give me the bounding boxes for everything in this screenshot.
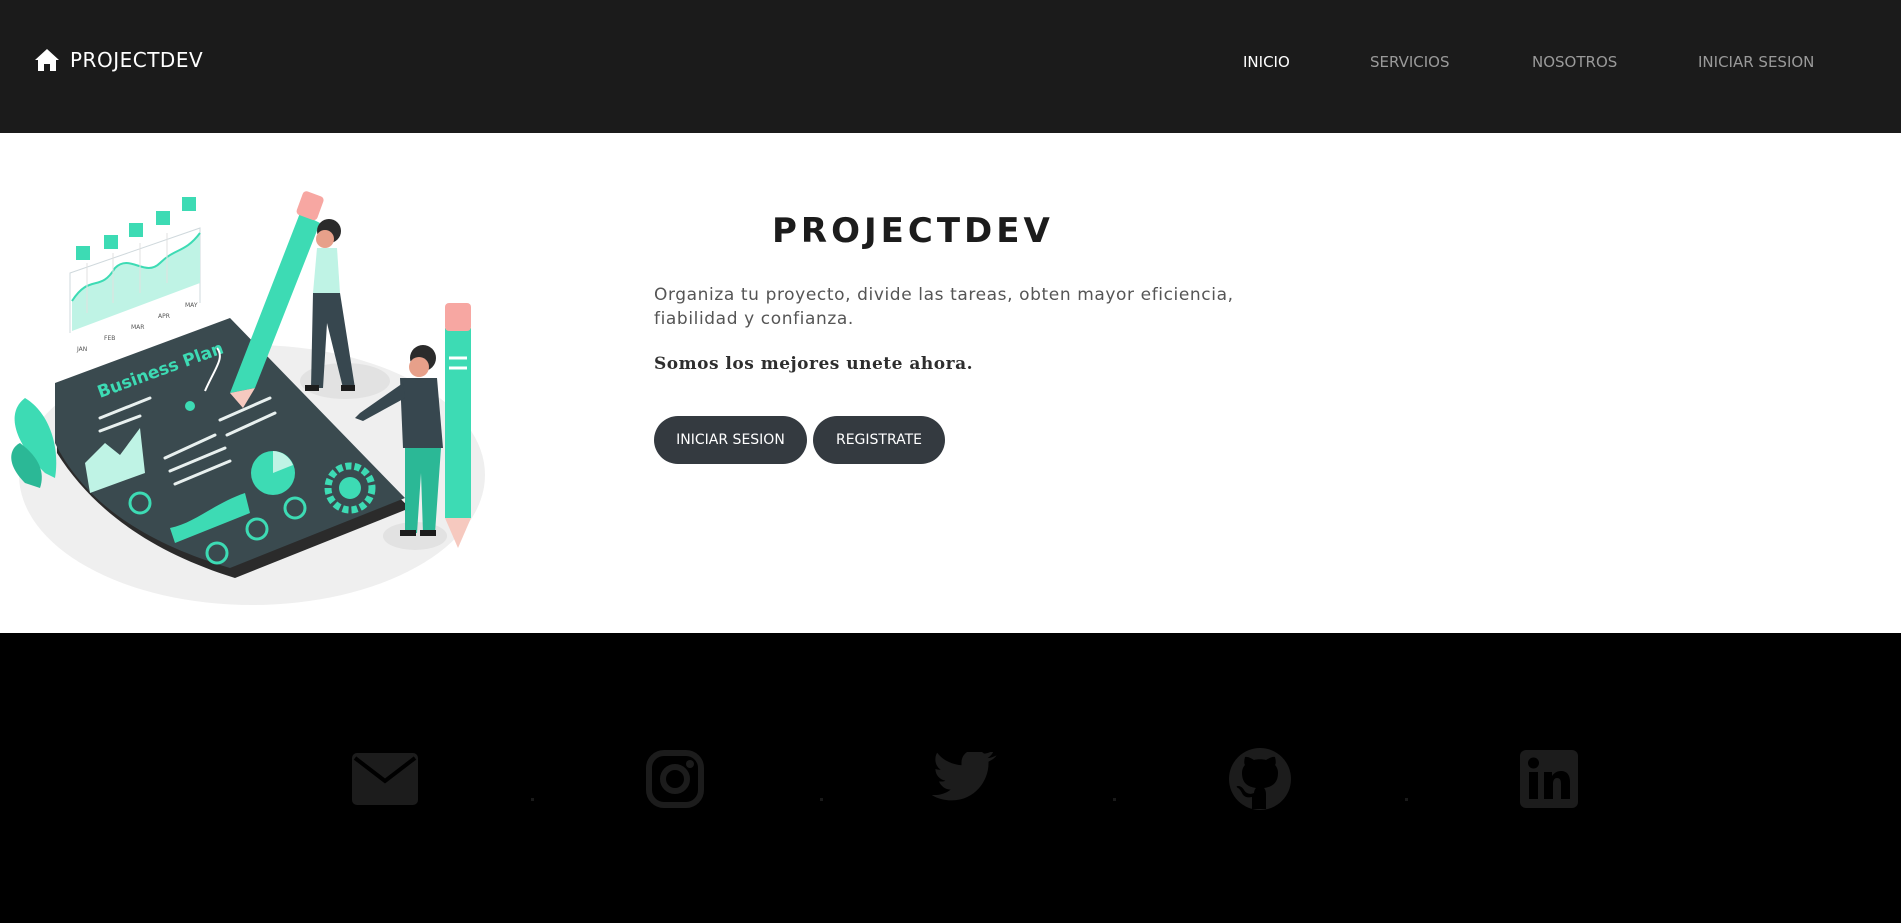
instagram-link[interactable] [639,743,711,815]
brand-name: PROJECTDEV [70,48,204,72]
nav-link-servicios[interactable]: SERVICIOS [1370,53,1450,71]
home-icon [35,49,59,71]
hero-description: Organiza tu proyecto, divide las tareas,… [654,285,1234,329]
navbar: PROJECTDEV INICIO SERVICIOS NOSOTROS INI… [0,0,1901,133]
github-link[interactable] [1224,743,1296,815]
footer-separator [1405,798,1408,801]
brand-link[interactable]: PROJECTDEV [34,48,203,72]
github-icon [1229,748,1291,810]
register-button[interactable]: REGISTRATE [813,416,945,464]
twitter-icon [931,752,997,801]
hero-section: JAN FEB MAR APR MAY Business Plan PROJEC… [0,133,1901,633]
footer-separator [1113,798,1116,801]
hero-tagline: Somos los mejores unete ahora. [654,354,973,374]
linkedin-link[interactable] [1513,743,1585,815]
chart-month-label: APR [158,313,170,320]
linkedin-icon [1520,750,1578,808]
chart-month-label: MAR [131,324,144,331]
login-button[interactable]: INICIAR SESION [654,416,807,464]
nav-link-iniciar-sesion[interactable]: INICIAR SESION [1698,53,1814,71]
nav-link-nosotros[interactable]: NOSOTROS [1532,53,1617,71]
instagram-icon [646,750,704,808]
footer [0,633,1901,923]
email-icon [352,753,418,805]
footer-separator [820,798,823,801]
email-link[interactable] [349,743,421,815]
chart-month-label: JAN [76,346,87,353]
twitter-link[interactable] [928,743,1000,815]
chart-month-label: FEB [104,335,115,342]
nav-link-inicio[interactable]: INICIO [1243,53,1290,71]
hero-title: PROJECTDEV [772,211,1054,251]
business-plan-illustration: JAN FEB MAR APR MAY Business Plan [11,191,485,605]
footer-separator [531,798,534,801]
chart-month-label: MAY [185,302,198,309]
